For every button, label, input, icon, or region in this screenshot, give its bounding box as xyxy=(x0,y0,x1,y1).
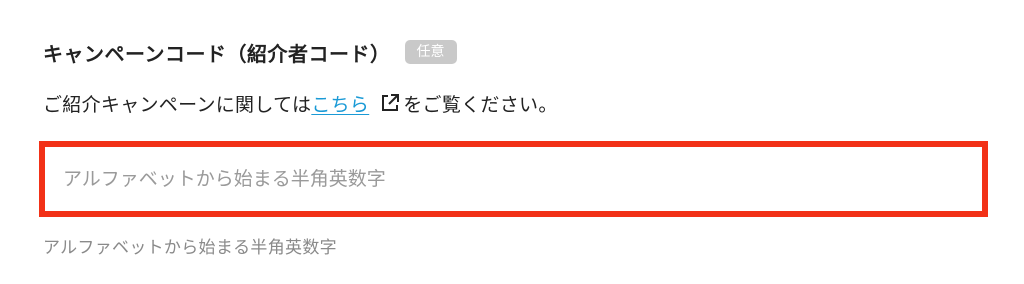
external-link-icon[interactable] xyxy=(379,92,401,114)
campaign-code-input[interactable] xyxy=(45,147,982,211)
field-label-row: キャンペーンコード（紹介者コード） 任意 xyxy=(43,36,457,68)
help-text: ご紹介キャンペーンに関しては こちら をご覧ください。 xyxy=(43,85,558,121)
campaign-code-label: キャンペーンコード（紹介者コード） xyxy=(43,41,391,66)
campaign-code-field-highlight xyxy=(39,141,988,217)
help-text-suffix: をご覧ください。 xyxy=(403,93,558,116)
help-text-prefix: ご紹介キャンペーンに関しては xyxy=(43,93,312,116)
campaign-info-link[interactable]: こちら xyxy=(311,90,369,117)
optional-badge: 任意 xyxy=(404,40,457,64)
input-hint: アルファベットから始まる半角英数字 xyxy=(43,238,337,258)
